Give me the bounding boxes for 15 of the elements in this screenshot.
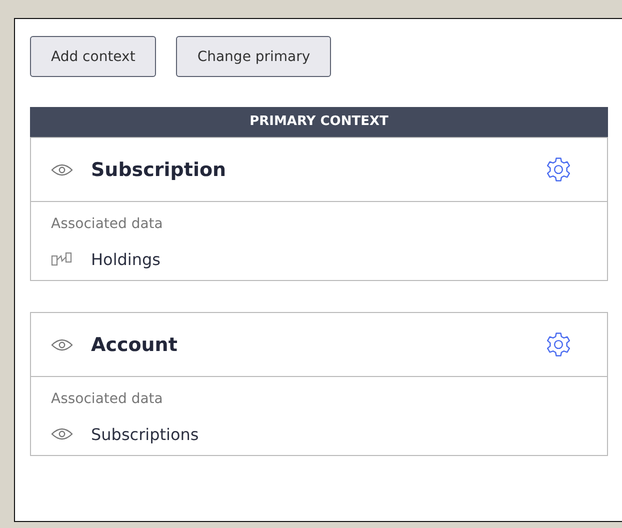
toolbar-button[interactable]: Add context bbox=[30, 36, 156, 77]
eye-icon bbox=[51, 427, 73, 441]
eye-icon bbox=[51, 338, 73, 352]
section-label: Associated data bbox=[51, 391, 164, 407]
associated-item[interactable]: Subscriptions bbox=[91, 424, 199, 444]
toolbar-button[interactable]: Change primary bbox=[176, 36, 332, 77]
relation-icon bbox=[51, 252, 73, 266]
section-label: Associated data bbox=[51, 216, 164, 232]
eye-icon bbox=[51, 162, 73, 176]
settings-icon[interactable] bbox=[545, 156, 572, 183]
associated-item[interactable]: Holdings bbox=[91, 250, 160, 268]
primary-context-banner: PRIMARY CONTEXT bbox=[30, 107, 608, 137]
settings-icon[interactable] bbox=[545, 331, 572, 358]
context-title: Account bbox=[91, 334, 178, 356]
context-title: Subscription bbox=[91, 158, 228, 180]
